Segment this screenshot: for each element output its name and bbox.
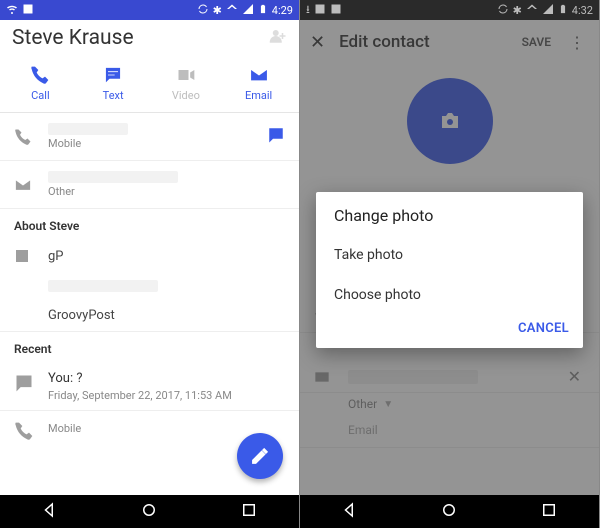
nav-back-icon[interactable] — [341, 501, 359, 523]
video-label: Video — [172, 89, 200, 102]
status-time: 4:29 — [272, 4, 293, 17]
recent-message-row[interactable]: You: ? Friday, September 22, 2017, 11:53… — [0, 363, 299, 410]
about-redacted — [48, 280, 158, 292]
recent-header: Recent — [0, 332, 299, 363]
take-photo-option[interactable]: Take photo — [316, 235, 583, 275]
text-label: Text — [103, 89, 124, 102]
status-bar: ✱ 4:29 — [0, 0, 299, 20]
nav-recent-icon[interactable] — [240, 501, 258, 523]
contact-detail-content: Steve Krause Call Text Video Email — [0, 20, 299, 495]
refresh-icon — [497, 3, 509, 18]
action-row: Call Text Video Email — [0, 59, 299, 113]
phone-icon — [14, 128, 34, 146]
about-redacted-row — [0, 272, 299, 300]
bluetooth-icon: ✱ — [513, 4, 522, 17]
text-button[interactable]: Text — [77, 65, 150, 102]
contact-name: Steve Krause — [12, 26, 134, 50]
edit-contact-content: ✕ Edit contact SAVE ⋮ Phone Mobile ▼ — [300, 20, 599, 495]
signal-wifi-icon — [526, 3, 538, 18]
email-type-label: Other — [48, 185, 285, 198]
signal-cell-icon — [542, 3, 554, 18]
email-label: Email — [245, 89, 272, 102]
nav-back-icon[interactable] — [41, 501, 59, 523]
chat-icon — [14, 373, 34, 393]
battery-icon — [558, 3, 568, 18]
email-icon — [14, 176, 34, 194]
image-icon — [314, 3, 326, 18]
recent-call-type: Mobile — [48, 422, 285, 435]
chart-icon — [330, 3, 342, 18]
status-bar: ⭳ ✱ 4:32 — [300, 0, 599, 20]
building-icon — [14, 248, 34, 264]
message-icon[interactable] — [267, 126, 285, 148]
signal-wifi-icon — [226, 3, 238, 18]
video-button[interactable]: Video — [150, 65, 223, 102]
phone-left-contact-detail: ✱ 4:29 Steve Krause Call — [0, 0, 300, 528]
about-org-row[interactable]: gP — [0, 240, 299, 272]
bluetooth-icon: ✱ — [213, 4, 222, 17]
email-row[interactable]: Other — [0, 161, 299, 209]
nav-home-icon[interactable] — [140, 501, 158, 523]
email-button[interactable]: Email — [222, 65, 295, 102]
nav-home-icon[interactable] — [440, 501, 458, 523]
about-org-full-row[interactable]: GroovyPost — [0, 300, 299, 332]
dialog-title: Change photo — [316, 192, 583, 235]
nav-bar — [300, 495, 599, 528]
signal-cell-icon — [242, 3, 254, 18]
org-full: GroovyPost — [48, 308, 115, 323]
phone-type-label: Mobile — [48, 137, 253, 150]
nav-recent-icon[interactable] — [540, 501, 558, 523]
call-label: Call — [31, 89, 50, 102]
wifi-icon — [6, 3, 18, 18]
call-button[interactable]: Call — [4, 65, 77, 102]
add-icon[interactable] — [269, 27, 287, 50]
phone-number-redacted — [48, 123, 128, 135]
nav-bar — [0, 495, 299, 528]
contact-title-bar: Steve Krause — [0, 20, 299, 59]
battery-icon — [258, 3, 268, 18]
recent-message: You: ? — [48, 371, 285, 386]
edit-fab[interactable] — [237, 433, 283, 479]
email-redacted — [48, 171, 178, 183]
choose-photo-option[interactable]: Choose photo — [316, 275, 583, 315]
chart-icon — [22, 3, 34, 18]
recent-timestamp: Friday, September 22, 2017, 11:53 AM — [48, 389, 285, 402]
download-icon: ⭳ — [306, 1, 310, 20]
refresh-icon — [197, 3, 209, 18]
status-time: 4:32 — [572, 4, 593, 17]
org-short: gP — [48, 249, 64, 264]
phone-right-edit-contact: ⭳ ✱ 4:32 — [300, 0, 600, 528]
about-header: About Steve — [0, 209, 299, 240]
phone-icon — [14, 421, 34, 441]
phone-number-row[interactable]: Mobile — [0, 113, 299, 161]
change-photo-dialog: Change photo Take photo Choose photo CAN… — [316, 192, 583, 348]
cancel-button[interactable]: CANCEL — [518, 321, 569, 336]
